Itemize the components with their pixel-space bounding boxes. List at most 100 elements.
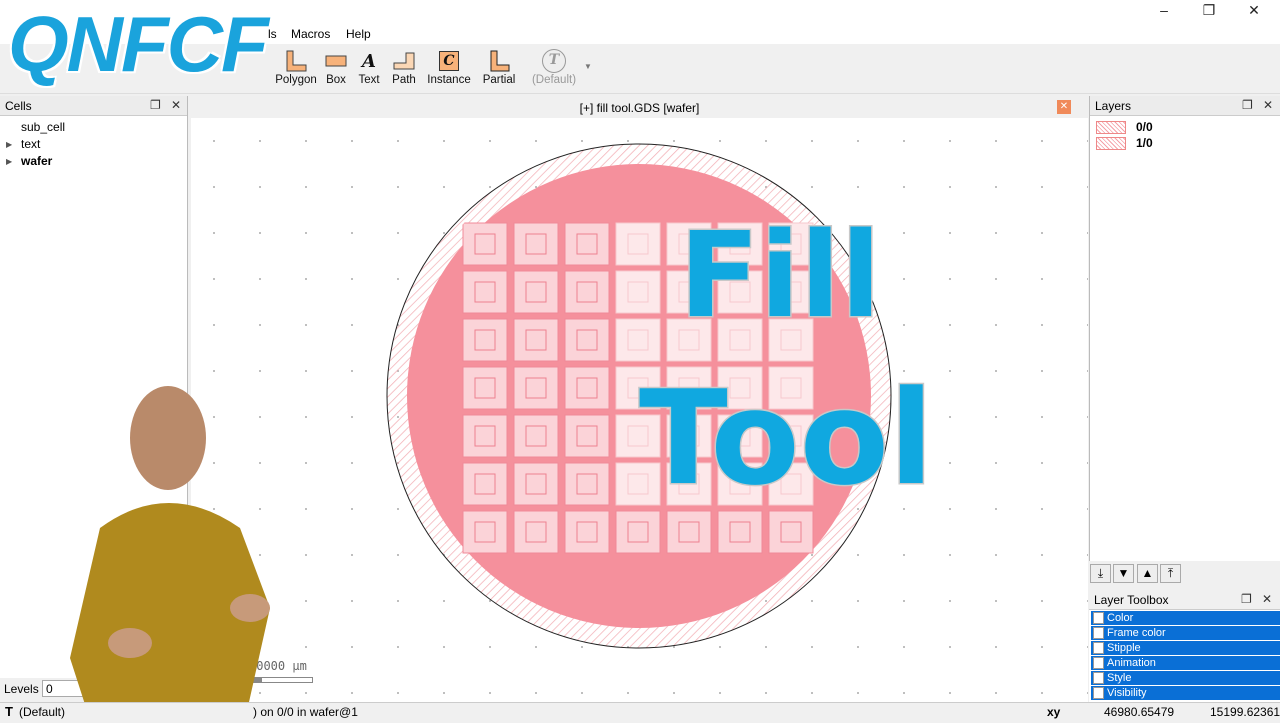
float-icon[interactable]: ❐ [1242, 98, 1253, 112]
die-cell [666, 510, 712, 554]
row-label: Visibility [1107, 687, 1147, 699]
float-icon[interactable]: ❐ [150, 98, 161, 112]
instance-tool[interactable]: C Instance [427, 48, 471, 86]
overlay-title-line1: Fill [678, 206, 883, 344]
toolbox-style[interactable]: Style [1091, 671, 1280, 685]
die-cell [564, 318, 610, 362]
partial-icon [482, 48, 516, 74]
cell-item[interactable]: text [21, 137, 40, 151]
close-icon[interactable]: ✕ [1263, 98, 1273, 112]
polygon-tool[interactable]: Polygon [275, 48, 317, 86]
die-cell [564, 366, 610, 410]
status-message: ) on 0/0 in wafer@1 [253, 705, 358, 719]
toolbox-color[interactable]: Color [1091, 611, 1280, 625]
text-tool[interactable]: A Text [357, 48, 381, 87]
move-bottom-button[interactable]: ⤓ [1090, 564, 1111, 583]
die-cell [462, 462, 508, 506]
toolbox-frame-color[interactable]: Frame color [1091, 626, 1280, 640]
close-window-button[interactable]: ✕ [1234, 2, 1274, 20]
expand-icon[interactable]: ▶ [6, 157, 12, 166]
path-icon [391, 48, 417, 74]
die-cell [513, 414, 559, 458]
row-label: Stipple [1107, 642, 1141, 654]
box-icon [324, 48, 348, 74]
tool-label: (Default) [531, 74, 577, 86]
layer-item[interactable]: 1/0 [1096, 136, 1153, 150]
layers-panel: Layers ❐ ✕ 0/0 1/0 [1089, 96, 1280, 561]
die-cell [564, 462, 610, 506]
toolbox-visibility[interactable]: Visibility [1091, 686, 1280, 700]
close-icon[interactable]: ✕ [171, 98, 181, 112]
tool-label: Path [392, 74, 416, 86]
panel-title: Layers [1095, 99, 1132, 113]
die-cell [564, 270, 610, 314]
die-cell [564, 510, 610, 554]
panel-title: Layer Toolbox [1094, 593, 1169, 607]
restore-button[interactable]: ❐ [1189, 2, 1229, 20]
die-cell [513, 462, 559, 506]
layer-toolbox-header: Layer Toolbox ❐ ✕ [1089, 590, 1280, 610]
row-label: Color [1107, 612, 1134, 624]
cell-item[interactable]: sub_cell [21, 120, 65, 134]
menu-tools[interactable]: ls [268, 27, 277, 41]
expand-icon[interactable]: ▶ [6, 140, 12, 149]
coord-x: 46980.65479 [1104, 705, 1175, 719]
die-cell [462, 222, 508, 266]
coord-mode: xy [1047, 705, 1061, 719]
die-cell [513, 318, 559, 362]
tool-label: Partial [482, 74, 516, 86]
die-cell [564, 222, 610, 266]
tool-label: Box [326, 74, 346, 86]
instance-icon: C [427, 48, 471, 74]
layers-panel-header: Layers ❐ ✕ [1090, 96, 1280, 116]
layer-label: 0/0 [1136, 120, 1153, 134]
menu-macros[interactable]: Macros [291, 27, 330, 41]
minimize-button[interactable]: – [1144, 2, 1184, 20]
die-cell [513, 510, 559, 554]
die-cell [615, 270, 661, 314]
cell-item[interactable]: wafer [21, 154, 52, 168]
text-style-dropdown[interactable]: T (Default) [530, 48, 578, 86]
row-label: Frame color [1107, 627, 1166, 639]
die-cell [462, 366, 508, 410]
menu-help[interactable]: Help [346, 27, 371, 41]
close-tab-icon[interactable]: ✕ [1057, 100, 1071, 114]
panel-title: Cells [5, 99, 32, 113]
die-cell [615, 510, 661, 554]
layer-swatch [1096, 120, 1126, 134]
move-down-button[interactable]: ▼ [1113, 564, 1134, 583]
layout-canvas[interactable]: Fill Tool 20000 µm [191, 118, 1088, 702]
status-bar: T (Default) ) on 0/0 in wafer@1 xy 46980… [0, 702, 1280, 720]
die-cell [513, 366, 559, 410]
tool-label: Polygon [275, 74, 317, 86]
chevron-down-icon[interactable]: ▼ [584, 62, 592, 71]
box-tool[interactable]: Box [324, 48, 348, 86]
logo: QNFCF [8, 0, 269, 88]
canvas-title: [+] fill tool.GDS [wafer] [579, 101, 700, 115]
layer-item[interactable]: 0/0 [1096, 120, 1153, 134]
die-cell [513, 270, 559, 314]
toolbox-stipple[interactable]: Stipple [1091, 641, 1280, 655]
float-icon[interactable]: ❐ [1241, 592, 1252, 606]
move-top-button[interactable]: ⤒ [1160, 564, 1181, 583]
die-cell [462, 510, 508, 554]
layer-label: 1/0 [1136, 136, 1153, 150]
tool-label: Instance [427, 74, 471, 86]
partial-tool[interactable]: Partial [482, 48, 516, 86]
path-tool[interactable]: Path [391, 48, 417, 86]
move-up-button[interactable]: ▲ [1137, 564, 1158, 583]
text-style-icon: T [530, 48, 578, 74]
presenter-video-overlay [70, 378, 295, 720]
text-mode-icon: T [5, 704, 13, 719]
die-cell [768, 510, 814, 554]
die-cell [513, 222, 559, 266]
toolbox-animation[interactable]: Animation [1091, 656, 1280, 670]
die-cell [564, 414, 610, 458]
layer-swatch [1096, 136, 1126, 150]
row-label: Animation [1107, 657, 1156, 669]
die-cell [462, 414, 508, 458]
canvas-tab[interactable]: [+] fill tool.GDS [wafer] ✕ [191, 96, 1088, 118]
levels-label: Levels [4, 682, 39, 696]
die-cell [615, 222, 661, 266]
close-icon[interactable]: ✕ [1262, 592, 1272, 606]
